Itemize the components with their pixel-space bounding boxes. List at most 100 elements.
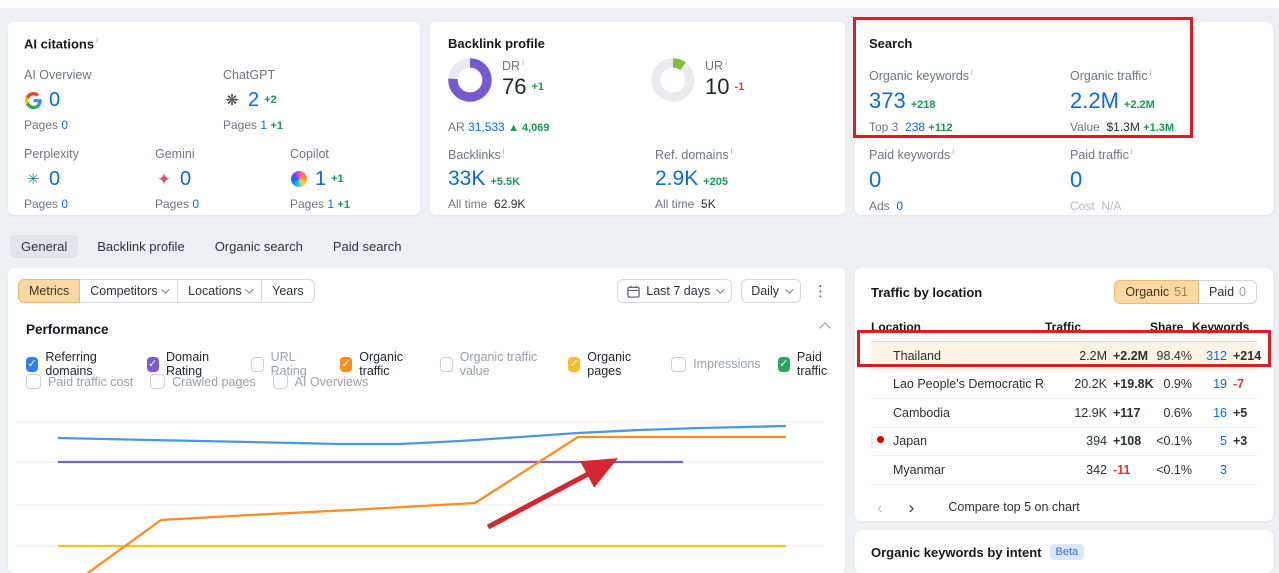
next-page-icon[interactable]: › <box>903 499 921 516</box>
performance-card: Metrics Competitors Locations Years Last… <box>8 268 845 573</box>
table-row-japan[interactable]: Japan 394 +108 <0.1% 5 +3 <box>871 427 1258 456</box>
table-row-laos[interactable]: Lao People's Democratic Reput 20.2K +19.… <box>871 370 1258 399</box>
search-card: Search Organic keywords i 373 +218 Top 3 2… <box>855 22 1273 215</box>
checkbox-paid-traffic-cost[interactable]: Paid traffic cost <box>26 374 133 389</box>
organic-keywords-value[interactable]: 373 <box>869 88 906 114</box>
pages-link[interactable]: 1 <box>260 118 267 132</box>
report-tabs: General Backlink profile Organic search … <box>10 234 413 259</box>
backlink-profile-title: Backlink profile <box>448 36 545 51</box>
stat-value[interactable]: 1 <box>315 168 326 191</box>
stat-perplexity: Perplexity ✳ 0 Pages 0 <box>24 147 79 211</box>
chevron-down-icon <box>245 285 254 294</box>
ads-link[interactable]: 0 <box>896 199 903 213</box>
gemini-icon: ✦ <box>156 169 172 189</box>
kebab-menu-icon[interactable]: ⋮ <box>810 282 831 300</box>
ur-donut <box>651 58 695 102</box>
tab-general[interactable]: General <box>10 235 79 258</box>
checkbox-organic-pages[interactable]: ✓ Organic pages <box>567 350 654 378</box>
years-button[interactable]: Years <box>261 279 315 303</box>
stat-value[interactable]: 0 <box>49 89 60 112</box>
compare-note[interactable]: Compare top 5 on chart <box>948 500 1079 514</box>
performance-title: Performance <box>26 322 109 337</box>
checkbox-paid-traffic[interactable]: ✓ Paid traffic <box>777 350 845 378</box>
toggle-organic[interactable]: Organic 51 <box>1114 280 1200 304</box>
tab-backlink-profile[interactable]: Backlink profile <box>86 235 195 258</box>
info-icon: i <box>725 58 727 67</box>
location-table: Location Traffic Share Keywords Thailand… <box>871 316 1261 485</box>
japan-flag-icon <box>871 433 873 450</box>
stat-value[interactable]: 2 <box>248 89 259 112</box>
checkbox: ✓ <box>567 356 581 372</box>
chevron-down-icon <box>161 285 170 294</box>
paid-traffic-value[interactable]: 0 <box>1070 167 1082 193</box>
stat-value[interactable]: 0 <box>180 168 191 191</box>
checkbox-ai-overviews[interactable]: AI Overviews <box>272 374 368 389</box>
table-row-thailand[interactable]: Thailand 2.2M +2.2M 98.4% 312 +214 <box>871 341 1261 371</box>
ai-citations-title: AI citations i <box>24 36 98 52</box>
location-pager: ‹ › Compare top 5 on chart <box>871 499 1257 516</box>
ai-citations-card: AI citations i AI Overview 0 Pages 0 Chat… <box>8 22 420 215</box>
checkbox: ✓ <box>777 356 790 372</box>
checkbox <box>440 356 453 372</box>
organic-traffic-value[interactable]: 2.2M <box>1070 88 1119 114</box>
traffic-by-location-card: Traffic by location Organic 51 Paid 0 Loca… <box>855 268 1273 521</box>
checkbox-impressions[interactable]: Impressions <box>671 356 761 372</box>
info-icon: i <box>522 58 524 67</box>
ar-value-link[interactable]: 31,533 <box>468 120 505 134</box>
top3-link[interactable]: 238 <box>905 120 925 134</box>
stat-ai-overview: AI Overview 0 Pages 0 <box>24 68 92 132</box>
performance-chart[interactable] <box>16 390 838 573</box>
top-strip <box>0 0 1279 8</box>
ref-domains-value[interactable]: 2.9K <box>655 167 698 191</box>
dr-donut <box>448 58 492 102</box>
beta-badge: Beta <box>1049 544 1085 560</box>
chevron-down-icon <box>785 285 794 294</box>
info-icon: i <box>971 68 973 77</box>
prev-page-icon[interactable]: ‹ <box>871 499 889 516</box>
checkbox <box>250 356 264 372</box>
locations-dropdown[interactable]: Locations <box>177 279 263 303</box>
pages-link[interactable]: 0 <box>192 197 199 211</box>
ur-block: UR i 10 -1 <box>651 58 744 102</box>
date-range-dropdown[interactable]: Last 7 days <box>617 279 733 303</box>
info-icon: i <box>502 147 505 156</box>
keywords-link[interactable]: 5 <box>1192 427 1227 456</box>
perplexity-icon: ✳ <box>26 170 40 188</box>
tab-paid-search[interactable]: Paid search <box>322 235 413 258</box>
metrics-button[interactable]: Metrics <box>18 279 81 303</box>
keywords-link[interactable]: 19 <box>1192 370 1227 399</box>
checkbox <box>272 374 288 389</box>
col-location[interactable]: Location <box>871 316 1045 342</box>
competitors-dropdown[interactable]: Competitors <box>79 279 179 303</box>
checkbox: ✓ <box>339 356 353 372</box>
backlinks-value[interactable]: 33K <box>448 167 485 191</box>
stat-chatgpt: ChatGPT ❋ 2 +2 Pages 1 +1 <box>223 68 283 132</box>
pages-link[interactable]: 0 <box>61 118 68 132</box>
tab-organic-search[interactable]: Organic search <box>204 235 314 258</box>
checkbox-crawled-pages[interactable]: Crawled pages <box>150 374 256 389</box>
keywords-link[interactable]: 312 <box>1192 341 1227 371</box>
chatgpt-icon: ❋ <box>225 91 239 109</box>
col-share[interactable]: Share <box>1150 316 1192 342</box>
toggle-paid[interactable]: Paid 0 <box>1198 280 1257 304</box>
pages-link[interactable]: 0 <box>61 197 68 211</box>
checkbox-organic-traffic-value[interactable]: Organic traffic value <box>440 350 551 378</box>
series-referring-domains <box>57 424 787 446</box>
stat-value[interactable]: 0 <box>49 168 60 191</box>
info-icon: i <box>1130 147 1133 156</box>
col-traffic[interactable]: Traffic <box>1045 316 1107 342</box>
table-row-cambodia[interactable]: Cambodia 12.9K +117 0.6% 16 +5 <box>871 398 1258 428</box>
pages-link[interactable]: 1 <box>327 197 334 211</box>
paid-keywords-value[interactable]: 0 <box>869 167 881 193</box>
checkbox <box>26 374 41 389</box>
info-icon: i <box>952 147 955 156</box>
keywords-link[interactable]: 16 <box>1192 398 1227 428</box>
col-keywords[interactable]: Keywords <box>1192 316 1258 342</box>
table-row-myanmar[interactable]: Myanmar 342 -11 <0.1% 3 <box>871 455 1258 485</box>
copilot-icon <box>290 171 308 187</box>
granularity-dropdown[interactable]: Daily <box>741 279 801 303</box>
organic-keywords-block: Organic keywords i 373 +218 Top 3 238 +112 <box>869 68 973 135</box>
collapse-chevron-icon[interactable] <box>819 322 831 334</box>
keywords-link[interactable]: 3 <box>1192 455 1227 485</box>
dr-block: DR i 76 +1 <box>448 58 544 102</box>
